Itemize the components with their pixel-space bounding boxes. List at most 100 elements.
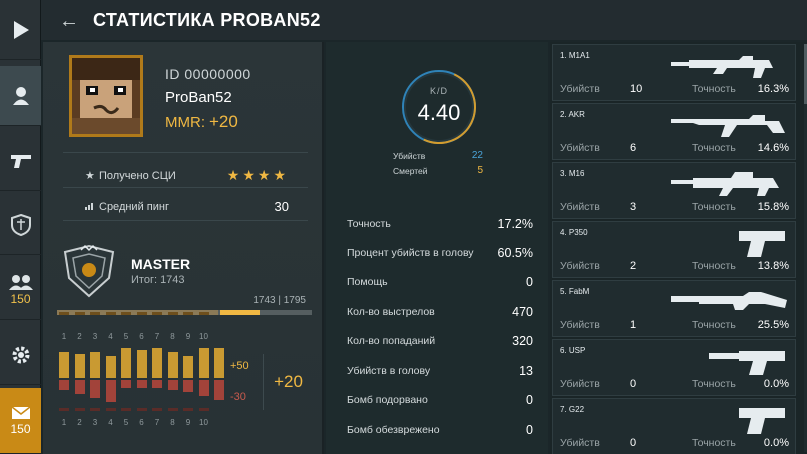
weapon-kills-label: Убийств: [560, 142, 600, 154]
divider: [63, 220, 308, 221]
history-label-top: 9: [185, 332, 191, 341]
weapon-card[interactable]: 2. AKR Убийств 6 Точность 14.6%: [552, 103, 796, 160]
weapon-card[interactable]: 7. G22 Убийств 0 Точность 0.0%: [552, 398, 796, 454]
weapon-kills-label: Убийств: [560, 319, 600, 331]
weapon-kills-value: 1: [630, 319, 637, 331]
weapon-accuracy-value: 16.3%: [757, 83, 789, 95]
weapon-card[interactable]: 4. P350 Убийств 2 Точность 13.8%: [552, 221, 796, 278]
profile-button[interactable]: [0, 66, 41, 126]
stat-value: 470: [512, 305, 533, 319]
back-arrow-icon[interactable]: ←: [59, 10, 79, 33]
history-positive-bar: [152, 348, 162, 378]
history-dash: [105, 408, 116, 411]
avatar[interactable]: [69, 55, 143, 137]
page-title: СТАТИСТИКА PROBAN52: [93, 10, 321, 30]
history-dash: [105, 312, 116, 315]
weapon-card[interactable]: 1. M1A1 Убийств 10 Точность 16.3%: [552, 44, 796, 101]
stat-row: Помощь 0: [347, 275, 533, 289]
weapon-card[interactable]: 6. USP Убийств 0 Точность 0.0%: [552, 339, 796, 396]
profile-icon: [12, 86, 29, 105]
ping-value: 30: [274, 199, 289, 214]
weapon-accuracy-label: Точность: [692, 260, 736, 272]
ak-icon: [671, 115, 785, 137]
mmr: MMR: +20: [165, 112, 238, 132]
stat-value: 0: [526, 393, 533, 407]
mail-count: 150: [10, 421, 31, 436]
weapon-kills-label: Убийств: [560, 83, 600, 95]
history-dash: [152, 408, 162, 411]
weapon-kills-label: Убийств: [560, 378, 600, 390]
stat-row: Кол-во выстрелов 470: [347, 305, 533, 319]
friends-button[interactable]: 150: [0, 260, 41, 320]
clan-button[interactable]: [0, 195, 41, 255]
stat-label: Кол-во выстрелов: [347, 306, 435, 318]
weapons-button[interactable]: [0, 131, 41, 191]
weapon-name: 3. M16: [560, 169, 585, 178]
pistol-icon: [739, 231, 785, 257]
stat-value: 320: [512, 334, 533, 348]
silenced-pistol-icon: [709, 351, 785, 375]
history-label-bottom: 9: [185, 418, 191, 427]
stat-row: Кол-во попаданий 320: [347, 334, 533, 348]
weapon-name: 7. G22: [560, 405, 585, 414]
history-dash: [198, 408, 209, 411]
weapon-accuracy-value: 0.0%: [763, 437, 789, 449]
history-negative-bar: [183, 380, 193, 392]
history-positive-bar: [59, 352, 69, 378]
deaths-label: Смертей: [393, 166, 428, 176]
history-negative-bar: [74, 380, 85, 394]
history-negative-bar: [59, 380, 69, 390]
m16-icon: [671, 172, 779, 196]
divider: [63, 187, 308, 188]
rank-progress-segment: [219, 310, 260, 315]
history-dash: [167, 408, 178, 411]
settings-button[interactable]: [0, 325, 41, 385]
weapon-card[interactable]: 3. M16 Убийств 3 Точность 15.8%: [552, 162, 796, 219]
history-negative-bar: [167, 380, 178, 390]
play-button[interactable]: [0, 0, 41, 60]
history-dash: [90, 312, 100, 315]
stat-label: Бомб подорвано: [347, 394, 428, 406]
history-label-bottom: 1: [61, 418, 67, 427]
history-negative-bar: [136, 380, 147, 388]
weapons-panel: 1. M1A1 Убийств 1 0 Точность 16.3% 2. AKR Убийс…: [550, 42, 807, 454]
weapon-accuracy-label: Точность: [692, 142, 736, 154]
weapon-accuracy-label: Точность: [692, 437, 736, 449]
history-dash: [183, 408, 193, 411]
deaths-row: Смертей 5: [393, 165, 483, 176]
ping-row: Средний пинг 30: [85, 199, 289, 214]
history-label-bottom: 7: [154, 418, 160, 427]
history-positive-bar: [198, 348, 209, 378]
ping-label: Средний пинг: [99, 201, 169, 213]
mmr-value: +20: [209, 112, 238, 131]
deaths-value: 5: [477, 165, 483, 176]
history-label-top: 5: [123, 332, 129, 341]
player-id: ID 00000000: [165, 66, 251, 82]
stat-row: Бомб обезврежено 0: [347, 423, 533, 437]
divider: [63, 152, 308, 153]
match-history-chart: 1 1 2 2 3 3 4 4 5 5 6 6 7 7 8 8 9 9 10 10: [57, 312, 227, 432]
weapon-accuracy-value: 15.8%: [757, 201, 789, 213]
stat-row: Точность 17.2%: [347, 217, 533, 231]
stat-value: 17.2%: [497, 217, 533, 231]
weapon-name: 2. AKR: [560, 110, 585, 119]
history-dash: [152, 312, 162, 315]
history-dash: [136, 408, 147, 411]
weapon-kills-value: 0: [630, 437, 637, 449]
history-dash: [121, 312, 131, 315]
weapon-accuracy-label: Точность: [692, 378, 736, 390]
mail-button[interactable]: 150: [0, 388, 41, 454]
total-delta: +20: [263, 354, 313, 410]
weapon-accuracy-value: 25.5%: [757, 319, 789, 331]
history-label-bottom: 6: [139, 418, 144, 427]
weapon-accuracy-value: 13.8%: [757, 260, 789, 272]
rank-total: Итог: 1743: [131, 274, 185, 286]
stat-label: Кол-во попаданий: [347, 335, 436, 347]
history-negative-bar: [152, 380, 162, 388]
kills-label: Убийств: [393, 151, 426, 161]
gear-icon: [12, 346, 29, 363]
history-negative-bar: [198, 380, 209, 396]
weapon-accuracy-label: Точность: [692, 319, 736, 331]
weapon-name: 1. M1A1: [560, 51, 590, 60]
weapon-card[interactable]: 5. FabM Убийств 1 Точность 25.5%: [552, 280, 796, 337]
